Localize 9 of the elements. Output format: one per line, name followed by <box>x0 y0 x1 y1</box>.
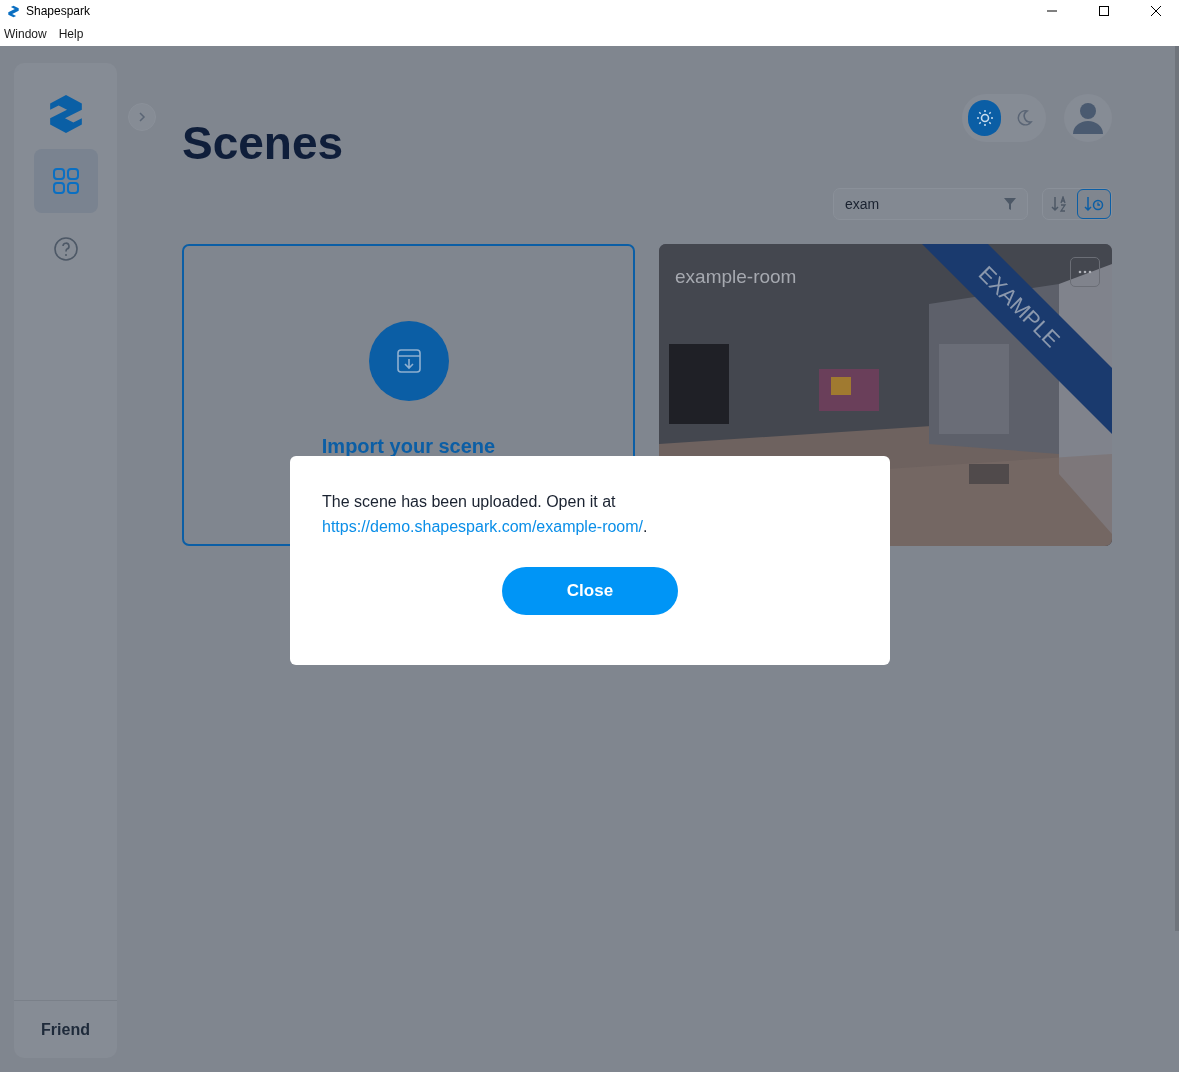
user-name: Friend <box>41 1019 90 1040</box>
filter-field[interactable]: exam <box>833 188 1028 220</box>
menu-item[interactable]: Help <box>58 25 84 43</box>
import-label: Import your scene <box>321 434 496 459</box>
window-title: Shapespark <box>26 3 91 20</box>
close-button[interactable]: Close <box>502 567 678 615</box>
menu-item[interactable]: Window <box>4 25 47 43</box>
page-title: Scenes <box>182 120 344 166</box>
scene-name: example-room <box>675 265 797 289</box>
